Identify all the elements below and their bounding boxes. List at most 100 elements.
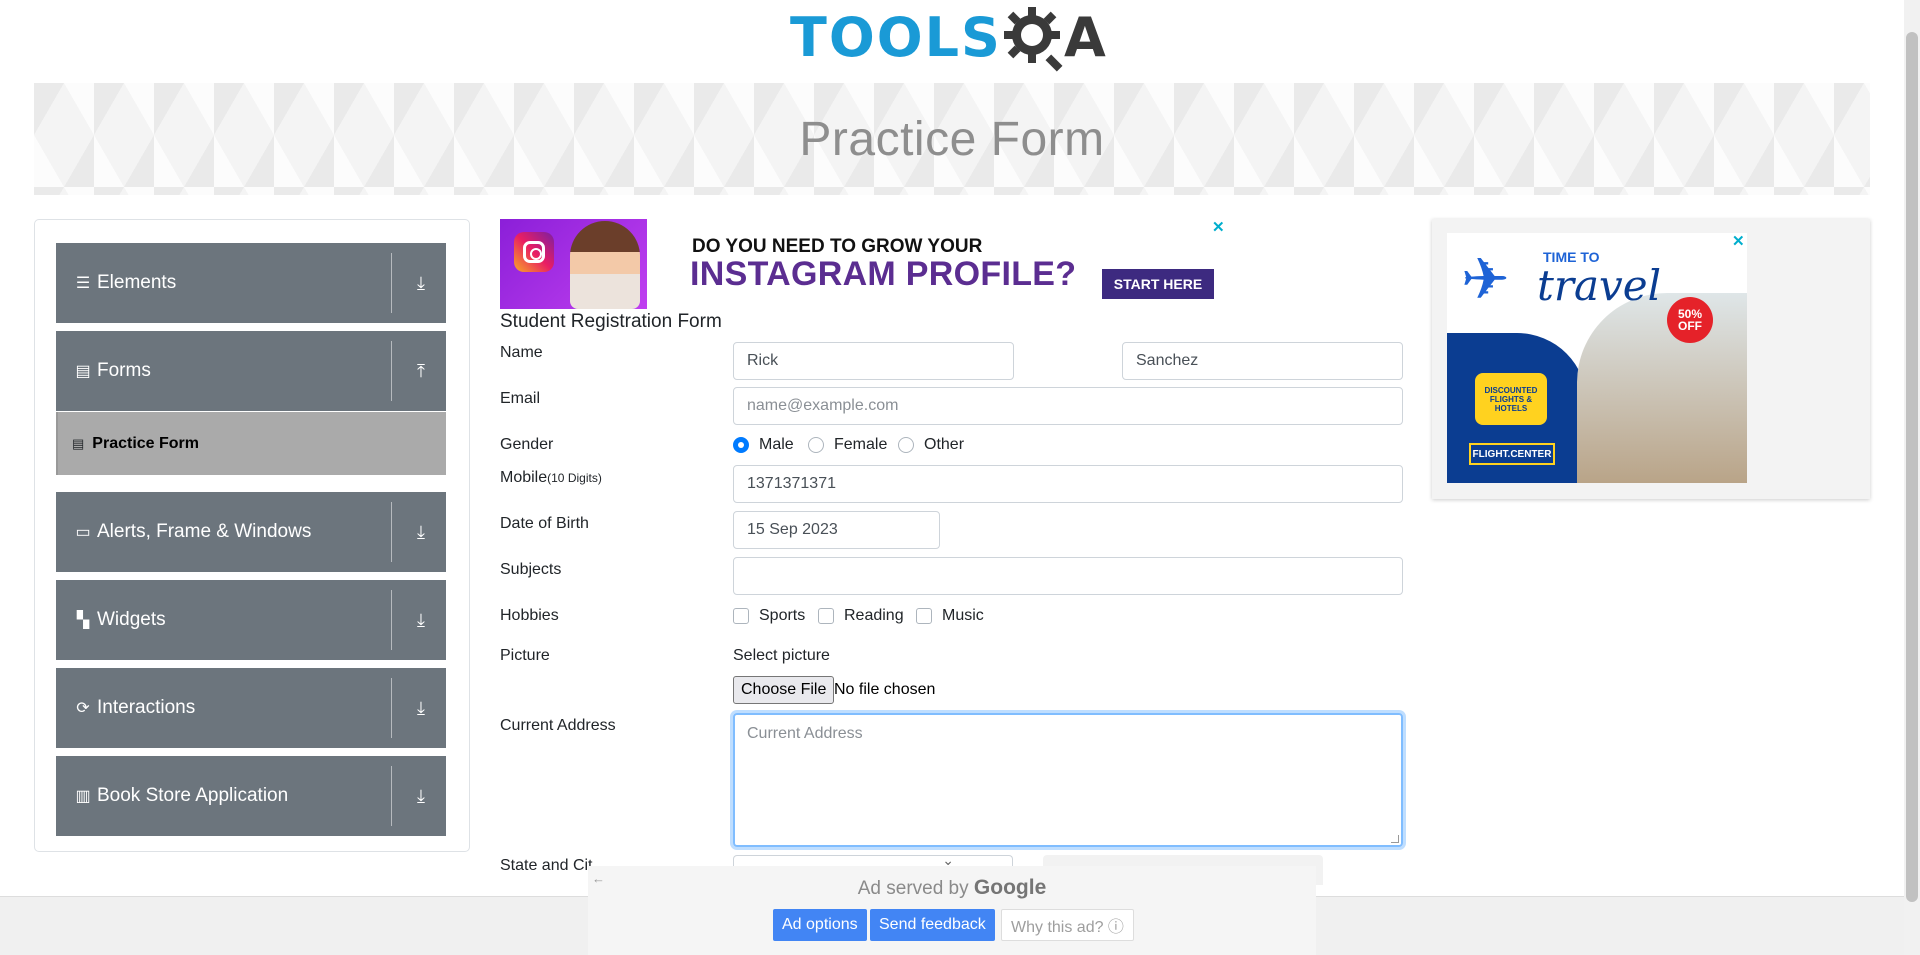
- divider: [391, 590, 392, 650]
- sidebar-group-alerts[interactable]: ▭ Alerts, Frame & Windows ⤓: [56, 492, 446, 572]
- travel-ad[interactable]: ✈ TIME TO travel 50% OFF DISCOUNTED FLIG…: [1432, 219, 1870, 499]
- ad-options-button[interactable]: Ad options: [773, 909, 867, 941]
- divider: [391, 502, 392, 562]
- download-arrow-icon: ⤓: [417, 609, 425, 630]
- mobile-input[interactable]: 1371371371: [733, 465, 1403, 503]
- state-city-label: State and Cit: [500, 857, 593, 874]
- sidebar-item-label: Practice Form: [92, 434, 200, 452]
- sidebar-group-elements[interactable]: ☰ Elements ⤓: [56, 243, 446, 323]
- form-title: Student Registration Form: [500, 311, 722, 332]
- sidebar-group-widgets[interactable]: ▚ Widgets ⤓: [56, 580, 446, 660]
- hamburger-icon: ☰: [75, 275, 91, 292]
- sidebar-group-label: Elements: [97, 272, 177, 293]
- email-label: Email: [500, 390, 541, 407]
- widgets-icon: ▚: [76, 612, 90, 629]
- choose-file-button[interactable]: Choose File: [733, 676, 835, 704]
- download-arrow-icon: ⤓: [417, 272, 425, 293]
- divider: [391, 766, 392, 826]
- current-address-textarea[interactable]: Current Address: [733, 713, 1403, 847]
- logo-text-a: A: [1063, 5, 1106, 69]
- checkbox[interactable]: [733, 608, 749, 624]
- hobbies-label: Hobbies: [500, 607, 559, 624]
- divider: [391, 253, 392, 313]
- why-this-ad-button[interactable]: Why this ad? ⓘ: [1001, 909, 1134, 941]
- instagram-icon: [514, 232, 554, 272]
- ad-served-prefix: Ad served by: [857, 878, 969, 899]
- radio-button-selected[interactable]: [733, 437, 749, 453]
- radio-label: Female: [834, 436, 888, 453]
- gender-label: Gender: [500, 436, 554, 453]
- gender-radio-female[interactable]: Female: [808, 436, 887, 454]
- picture-label: Picture: [500, 647, 550, 664]
- checkbox-label: Sports: [759, 607, 806, 624]
- sidebar-group-forms[interactable]: ▤ Forms ⤒: [56, 331, 446, 411]
- subjects-label: Subjects: [500, 561, 562, 578]
- dob-label: Date of Birth: [500, 515, 589, 532]
- page-banner: Practice Form: [34, 83, 1870, 195]
- sidebar-group-label: Widgets: [97, 609, 166, 630]
- discount-badge: 50% OFF: [1667, 297, 1713, 343]
- instagram-ad-banner[interactable]: DO YOU NEED TO GROW YOUR INSTAGRAM PROFI…: [500, 219, 1214, 309]
- sidebar: ☰ Elements ⤓ ▤ Forms ⤒ ▤ Practice Form ▭…: [34, 219, 470, 852]
- ad-served-by: Ad served by Google: [588, 876, 1316, 900]
- radio-button[interactable]: [898, 437, 914, 453]
- upload-arrow-icon: ⤒: [417, 360, 425, 381]
- textarea-placeholder: Current Address: [747, 725, 863, 742]
- ad-person-image: [570, 221, 640, 309]
- sidebar-item-practice-form[interactable]: ▤ Practice Form: [56, 412, 446, 475]
- start-here-button[interactable]: START HERE: [1102, 269, 1214, 299]
- gender-radio-other[interactable]: Other: [898, 436, 964, 454]
- flight-center-logo: FLIGHT.CENTER: [1469, 443, 1555, 465]
- select-picture-label: Select picture: [733, 647, 830, 664]
- sidebar-group-label: Forms: [97, 360, 151, 381]
- close-ad-icon[interactable]: ✕: [1732, 232, 1745, 250]
- hobby-checkbox-music[interactable]: Music: [916, 607, 984, 625]
- mobile-label: Mobile(10 Digits): [500, 469, 602, 487]
- radio-label: Male: [759, 436, 794, 453]
- form-icon: ▤: [72, 435, 85, 451]
- current-address-label: Current Address: [500, 717, 616, 734]
- sidebar-group-label: Book Store Application: [97, 785, 289, 806]
- checkbox[interactable]: [916, 608, 932, 624]
- divider: [391, 678, 392, 738]
- date-of-birth-input[interactable]: 15 Sep 2023: [733, 511, 940, 549]
- download-arrow-icon: ⤓: [417, 521, 425, 542]
- ad-headline-large: INSTAGRAM PROFILE?: [690, 255, 1077, 293]
- books-icon: ▥: [75, 788, 91, 805]
- mobile-label-text: Mobile: [500, 469, 548, 486]
- hobby-checkbox-reading[interactable]: Reading: [818, 607, 904, 625]
- window-icon: ▭: [75, 524, 91, 541]
- close-ad-icon[interactable]: ✕: [1212, 218, 1225, 236]
- travel-ad-image: ✈ TIME TO travel 50% OFF DISCOUNTED FLIG…: [1447, 233, 1747, 483]
- airplane-icon: ✈: [1461, 247, 1510, 312]
- scrollbar-thumb[interactable]: [1906, 32, 1918, 902]
- page-title: Practice Form: [799, 112, 1105, 166]
- gender-radio-male[interactable]: Male: [733, 436, 794, 454]
- checkbox-label: Reading: [844, 607, 904, 624]
- download-arrow-icon: ⤓: [417, 785, 425, 806]
- file-status-text: No file chosen: [834, 681, 936, 698]
- radio-button[interactable]: [808, 437, 824, 453]
- last-name-input[interactable]: Sanchez: [1122, 342, 1403, 380]
- sidebar-group-interactions[interactable]: ⟳ Interactions ⤓: [56, 668, 446, 748]
- sidebar-group-label: Interactions: [97, 697, 196, 718]
- send-feedback-button[interactable]: Send feedback: [870, 909, 995, 941]
- checkbox[interactable]: [818, 608, 834, 624]
- name-label: Name: [500, 344, 543, 361]
- subjects-input[interactable]: [733, 557, 1403, 595]
- first-name-input[interactable]: Rick: [733, 342, 1014, 380]
- resize-handle[interactable]: [1391, 835, 1399, 843]
- document-icon: ▤: [75, 363, 91, 380]
- email-input[interactable]: name@example.com: [733, 387, 1403, 425]
- interactions-icon: ⟳: [76, 700, 90, 717]
- ad-speech-bubble: DISCOUNTED FLIGHTS & HOTELS: [1475, 373, 1547, 425]
- ad-travel-text: travel: [1537, 261, 1662, 310]
- divider: [391, 341, 392, 401]
- download-arrow-icon: ⤓: [417, 697, 425, 718]
- mobile-hint: (10 Digits): [547, 471, 602, 485]
- google-ad-overlay: ← Ad served by Google Ad options Send fe…: [588, 866, 1316, 955]
- toolsqa-logo[interactable]: TOOLS A: [790, 0, 1106, 75]
- sidebar-group-book-store[interactable]: ▥ Book Store Application ⤓: [56, 756, 446, 836]
- radio-label: Other: [924, 436, 965, 453]
- hobby-checkbox-sports[interactable]: Sports: [733, 607, 805, 625]
